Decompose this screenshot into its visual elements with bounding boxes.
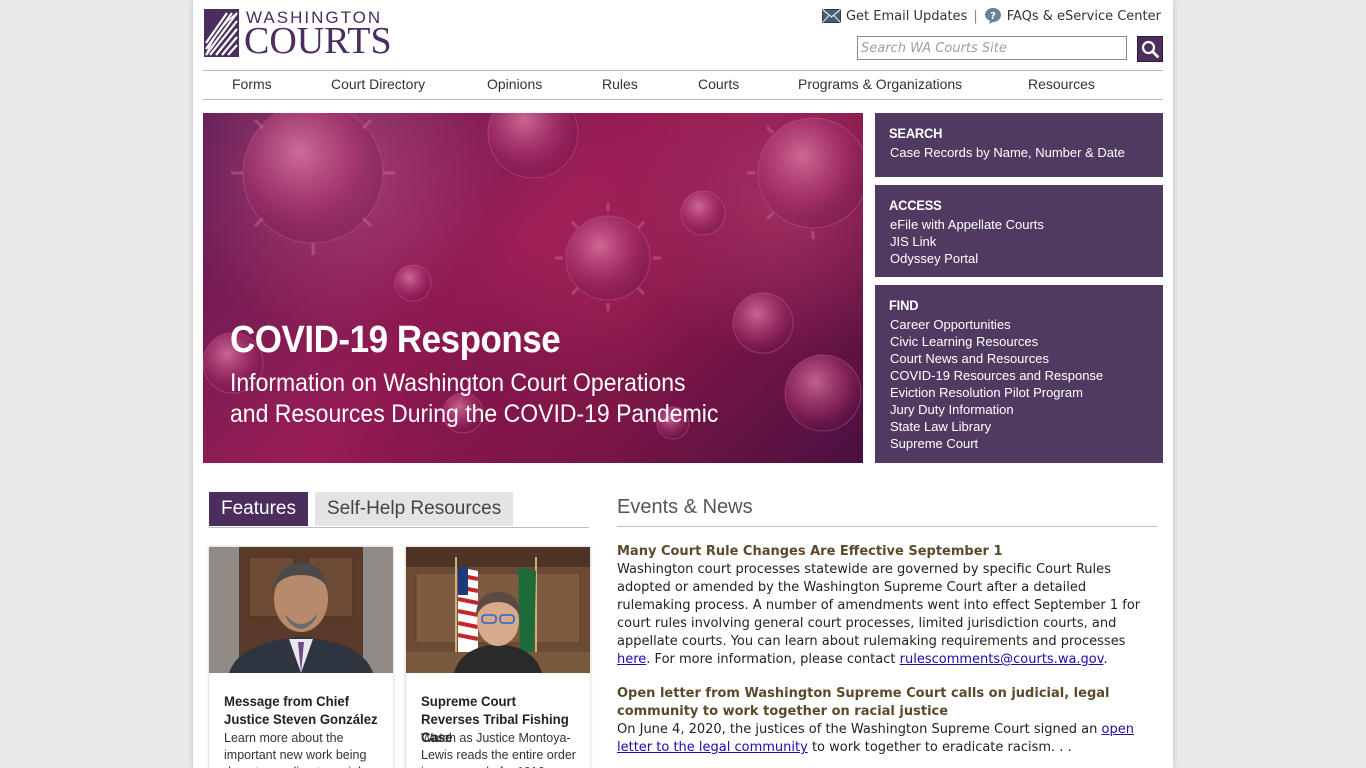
email-updates-label: Get Email Updates xyxy=(845,8,968,24)
rulescomments-email-link[interactable]: rulescomments@courts.wa.gov xyxy=(900,652,1104,667)
find-box: FIND Career Opportunities Civic Learning… xyxy=(875,285,1163,463)
news-title-open-letter[interactable]: Open letter from Washington Supreme Cour… xyxy=(617,685,1162,721)
news-body-court-rules: Washington court processes statewide are… xyxy=(617,561,1162,669)
page: WASHINGTON COURTS Get Email Updates | ? … xyxy=(193,0,1173,768)
hero-subtitle: Information on Washington Court Operatio… xyxy=(230,368,800,430)
find-link-supreme-court[interactable]: Supreme Court xyxy=(889,435,1149,452)
logo-text-courts: COURTS xyxy=(244,20,392,62)
news-item-open-letter: Open letter from Washington Supreme Cour… xyxy=(617,685,1162,757)
case-records-link[interactable]: Case Records by Name, Number & Date xyxy=(889,144,1149,161)
news-body-text: to work together to eradicate racism. . … xyxy=(807,740,1072,755)
tab-features[interactable]: Features xyxy=(209,492,308,526)
feature-card-chief-justice[interactable]: Message from Chief Justice Steven Gonzál… xyxy=(209,547,393,768)
nav-courts[interactable]: Courts xyxy=(698,76,739,92)
envelope-icon xyxy=(821,9,841,23)
card-text: Watch as Justice Montoya-Lewis reads the… xyxy=(421,731,576,768)
washington-courts-logo[interactable]: WASHINGTON COURTS xyxy=(204,8,399,60)
help-question-icon: ? xyxy=(984,8,1001,24)
find-link-career[interactable]: Career Opportunities xyxy=(889,316,1149,333)
covid-hero-banner[interactable]: COVID-19 Response Information on Washing… xyxy=(203,113,863,463)
faqs-label: FAQs & eService Center xyxy=(1006,8,1161,24)
nav-programs-organizations[interactable]: Programs & Organizations xyxy=(798,76,962,92)
access-box: ACCESS eFile with Appellate Courts JIS L… xyxy=(875,185,1163,277)
nav-forms[interactable]: Forms xyxy=(232,76,272,92)
tab-self-help-resources[interactable]: Self-Help Resources xyxy=(315,492,514,526)
nav-rules[interactable]: Rules xyxy=(602,76,638,92)
hero-subtitle-line1: Information on Washington Court Operatio… xyxy=(230,369,686,397)
news-body-text: Washington court processes statewide are… xyxy=(617,562,1141,649)
jis-link[interactable]: JIS Link xyxy=(889,233,1149,250)
card-text: Learn more about the important new work … xyxy=(224,731,367,768)
find-box-heading: FIND xyxy=(889,297,919,313)
find-link-eviction[interactable]: Eviction Resolution Pilot Program xyxy=(889,384,1149,401)
search-box-heading: SEARCH xyxy=(889,125,943,141)
toplinks-separator: | xyxy=(973,8,978,24)
news-body-open-letter: On June 4, 2020, the justices of the Was… xyxy=(617,721,1162,757)
efile-link[interactable]: eFile with Appellate Courts xyxy=(889,216,1149,233)
hero-title: COVID-19 Response xyxy=(230,319,561,361)
nav-resources[interactable]: Resources xyxy=(1028,76,1095,92)
news-body-text: . xyxy=(1103,652,1108,667)
access-box-heading: ACCESS xyxy=(889,197,942,213)
hero-subtitle-line2: and Resources During the COVID-19 Pandem… xyxy=(230,400,719,428)
nav-court-directory[interactable]: Court Directory xyxy=(331,76,425,92)
find-link-covid[interactable]: COVID-19 Resources and Response xyxy=(889,367,1149,384)
news-body-text: On June 4, 2020, the justices of the Was… xyxy=(617,722,1102,737)
nav-opinions[interactable]: Opinions xyxy=(487,76,542,92)
chief-justice-photo xyxy=(209,547,393,673)
logo-mark-icon xyxy=(204,9,239,57)
find-link-jury-duty[interactable]: Jury Duty Information xyxy=(889,401,1149,418)
find-link-law-library[interactable]: State Law Library xyxy=(889,418,1149,435)
events-news-heading: Events & News xyxy=(617,496,1157,527)
news-title-court-rules[interactable]: Many Court Rule Changes Are Effective Se… xyxy=(617,543,1162,561)
search-input[interactable] xyxy=(857,36,1127,60)
main-nav: Forms Court Directory Opinions Rules Cou… xyxy=(203,70,1163,100)
faqs-link[interactable]: ? FAQs & eService Center xyxy=(984,7,1161,25)
card-title: Message from Chief Justice Steven Gonzál… xyxy=(224,693,378,727)
news-item-court-rules: Many Court Rule Changes Are Effective Se… xyxy=(617,543,1162,669)
email-updates-link[interactable]: Get Email Updates xyxy=(821,8,968,24)
find-link-civic-learning[interactable]: Civic Learning Resources xyxy=(889,333,1149,350)
svg-text:?: ? xyxy=(990,11,996,22)
odyssey-portal-link[interactable]: Odyssey Portal xyxy=(889,250,1149,267)
search-box: SEARCH Case Records by Name, Number & Da… xyxy=(875,113,1163,177)
search-button[interactable] xyxy=(1137,36,1163,62)
search-icon xyxy=(1141,40,1159,58)
feature-card-tribal-fishing[interactable]: Supreme Court Reverses Tribal Fishing Ca… xyxy=(406,547,590,768)
find-link-court-news[interactable]: Court News and Resources xyxy=(889,350,1149,367)
features-tabs: Features Self-Help Resources xyxy=(209,492,589,528)
justice-montoya-lewis-photo xyxy=(406,547,590,673)
news-body-text: . For more information, please contact xyxy=(646,652,900,667)
rulemaking-here-link[interactable]: here xyxy=(617,652,646,667)
top-links: Get Email Updates | ? FAQs & eService Ce… xyxy=(821,6,1161,26)
